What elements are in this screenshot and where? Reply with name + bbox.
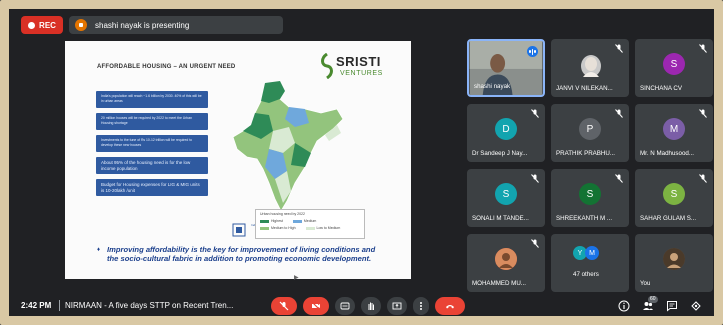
- mic-off-icon: [531, 109, 539, 118]
- participant-tile-shashi-nayak[interactable]: shashi nayak: [467, 39, 545, 97]
- mic-off-icon: [531, 239, 539, 248]
- government-emblem: [230, 221, 248, 239]
- avatar: P: [579, 118, 601, 140]
- participant-tile[interactable]: P PRATHIK PRABHU...: [551, 104, 629, 162]
- india-map: [232, 80, 344, 212]
- mic-off-icon: [699, 174, 707, 183]
- others-count: 47 others: [573, 271, 599, 278]
- participant-tile[interactable]: S SHREEKANTH M ...: [551, 169, 629, 227]
- avatar: D: [495, 118, 517, 140]
- participant-name: You: [640, 280, 651, 287]
- activities-icon: [691, 301, 701, 311]
- avatar: M: [663, 118, 685, 140]
- captions-icon: [340, 302, 350, 310]
- raise-hand-icon: [368, 302, 374, 310]
- avatar: [663, 248, 685, 270]
- mic-toggle-button[interactable]: [271, 297, 297, 315]
- avatar: S: [663, 183, 685, 205]
- participant-tile[interactable]: S SONALI M TANDE...: [467, 169, 545, 227]
- mic-off-icon: [615, 174, 623, 183]
- presenting-chip[interactable]: shashi nayak is presenting: [69, 16, 283, 34]
- mic-off-icon: [615, 44, 623, 53]
- slide-bullets: India's population will reach ~1.6 billi…: [96, 91, 208, 201]
- meeting-stage: REC shashi nayak is presenting AFFORDABL…: [9, 9, 714, 316]
- participant-name: Mr. N Madhusood...: [640, 150, 694, 157]
- bottom-bar: 2:42 PM NIRMAAN - A five days STTP on Re…: [9, 296, 714, 316]
- avatar: S: [579, 183, 601, 205]
- divider: [59, 300, 60, 311]
- sristi-logo-mark-icon: [321, 53, 333, 79]
- raise-hand-button[interactable]: [361, 297, 381, 315]
- legend-item: Highest: [260, 219, 283, 223]
- chat-button[interactable]: [665, 299, 679, 313]
- mic-off-icon: [699, 109, 707, 118]
- participant-name: SONALI M TANDE...: [472, 215, 529, 222]
- recording-badge[interactable]: REC: [21, 16, 63, 34]
- participant-name: JANVI V NILEKAN...: [556, 85, 613, 92]
- participant-name: SINCHANA CV: [640, 85, 682, 92]
- cursor-icon: ▶: [294, 275, 299, 281]
- slide-bullet: Budget for Housing expenses for LIG & MI…: [96, 179, 208, 196]
- logo-sub: VENTURES: [340, 70, 383, 77]
- legend-item: Low to Medium: [305, 226, 340, 230]
- present-screen-icon: [392, 302, 402, 310]
- camera-off-icon: [311, 301, 321, 311]
- people-button[interactable]: 60: [641, 296, 658, 313]
- legend-item: Medium to High: [260, 226, 296, 230]
- slide-bullet: 20 million houses will be required by 20…: [96, 113, 208, 130]
- mic-off-icon: [615, 109, 623, 118]
- slide-bullet: Investments to the tune of Rs 10-12 tril…: [96, 135, 208, 152]
- avatar: M: [585, 246, 599, 260]
- map-legend: Urban housing need by 2022 Highest Mediu…: [255, 209, 365, 239]
- mic-off-icon: [279, 301, 289, 311]
- activities-button[interactable]: [689, 299, 703, 313]
- rec-label: REC: [39, 20, 56, 30]
- present-icon: [75, 19, 87, 31]
- info-icon: [618, 300, 630, 312]
- more-options-button[interactable]: [413, 297, 429, 315]
- record-dot-icon: [28, 21, 36, 29]
- more-vert-icon: [420, 302, 422, 310]
- participant-tile[interactable]: M Mr. N Madhusood...: [635, 104, 713, 162]
- captions-button[interactable]: [335, 297, 355, 315]
- speaking-indicator-icon: [527, 46, 538, 57]
- participant-tile-you[interactable]: You: [635, 234, 713, 292]
- participant-tile[interactable]: JANVI V NILEKAN...: [551, 39, 629, 97]
- participant-name: Dr Sandeep J Nay...: [472, 150, 528, 157]
- chat-icon: [667, 301, 677, 312]
- logo-name: SRISTI: [336, 54, 381, 69]
- participant-tile[interactable]: MOHAMMED MU...: [467, 234, 545, 292]
- participant-tile[interactable]: D Dr Sandeep J Nay...: [467, 104, 545, 162]
- avatar: S: [495, 183, 517, 205]
- mic-off-icon: [531, 174, 539, 183]
- avatar: [495, 248, 517, 270]
- end-call-button[interactable]: [435, 297, 465, 315]
- map-caption: Urban housing need by 2022: [260, 212, 305, 216]
- slide-title: AFFORDABLE HOUSING – AN URGENT NEED: [97, 64, 236, 70]
- avatar: [581, 55, 601, 77]
- participant-name: shashi nayak: [474, 83, 511, 90]
- meeting-info-button[interactable]: [617, 299, 631, 313]
- avatar: S: [663, 53, 685, 75]
- end-call-icon: [446, 305, 454, 309]
- clock: 2:42 PM: [21, 301, 52, 310]
- participant-tile[interactable]: S SINCHANA CV: [635, 39, 713, 97]
- participant-name: MOHAMMED MU...: [472, 280, 526, 287]
- others-tile[interactable]: Y M 47 others: [551, 234, 629, 292]
- legend-item: Medium: [292, 219, 316, 223]
- presenting-text: shashi nayak is presenting: [95, 20, 190, 30]
- slide-bullet: About 95% of the housing need is for the…: [96, 157, 208, 174]
- participant-name: SHREEKANTH M ...: [556, 215, 613, 222]
- slide-conclusion: Improving affordability is the key for i…: [97, 245, 387, 263]
- mic-off-icon: [699, 44, 707, 53]
- present-button[interactable]: [387, 297, 407, 315]
- shared-slide: AFFORDABLE HOUSING – AN URGENT NEED SRIS…: [65, 41, 411, 281]
- camera-toggle-button[interactable]: [303, 297, 329, 315]
- slide-bullet: India's population will reach ~1.6 billi…: [96, 91, 208, 108]
- participants-count-badge: 60: [648, 296, 658, 303]
- participant-name: SAHAR GULAM S...: [640, 215, 697, 222]
- participant-tile[interactable]: S SAHAR GULAM S...: [635, 169, 713, 227]
- meeting-title: NIRMAAN - A five days STTP on Recent Tre…: [65, 301, 234, 310]
- participant-name: PRATHIK PRABHU...: [556, 150, 616, 157]
